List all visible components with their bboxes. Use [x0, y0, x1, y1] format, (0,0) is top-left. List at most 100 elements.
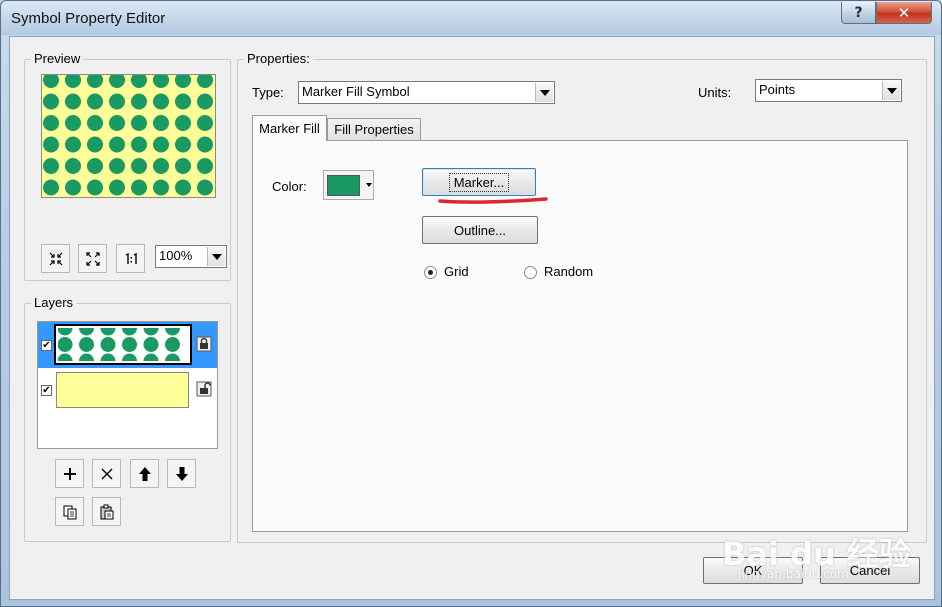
copy-icon: [63, 505, 76, 519]
actual-size-button[interactable]: [116, 244, 145, 273]
fit-extent-button[interactable]: [41, 244, 70, 273]
zoom-value: 100%: [159, 248, 193, 263]
tab-fill-properties[interactable]: Fill Properties: [327, 118, 421, 140]
chevron-down-icon: [366, 183, 372, 187]
zoom-out-button[interactable]: [78, 244, 107, 273]
units-combo[interactable]: Points: [755, 79, 902, 102]
move-layer-down-button[interactable]: [167, 459, 196, 488]
outline-button[interactable]: Outline...: [422, 216, 538, 244]
marker-dot: [153, 158, 169, 174]
chevron-down-icon: [539, 89, 550, 96]
properties-legend: Properties:: [244, 51, 313, 66]
marker-dot: [143, 353, 159, 369]
paste-layer-button[interactable]: [92, 497, 121, 526]
marker-dot: [65, 158, 81, 174]
lock-icon[interactable]: [196, 336, 212, 352]
marker-dot: [197, 115, 213, 131]
units-value: Points: [759, 82, 796, 97]
layer-visible-checkbox[interactable]: ✔: [41, 385, 52, 396]
marker-dot: [43, 158, 59, 174]
marker-dot: [79, 320, 94, 336]
marker-dot: [175, 93, 191, 110]
marker-dot: [153, 93, 169, 110]
delete-x-icon: [101, 468, 112, 479]
marker-dot: [165, 320, 180, 336]
type-dropdown-arrow[interactable]: [535, 83, 553, 102]
units-dropdown-arrow[interactable]: [882, 81, 900, 100]
marker-dot: [109, 115, 125, 131]
marker-dot: [43, 179, 59, 196]
tab-marker-fill[interactable]: Marker Fill: [252, 115, 327, 141]
layers-group: Layers ✔ ✔: [24, 295, 231, 542]
zoom-out-extent-icon: [85, 251, 100, 266]
dialog-window: Symbol Property Editor ? ✕ Preview 100% …: [0, 0, 942, 607]
one-to-one-icon: [125, 252, 137, 264]
marker-dot: [153, 115, 169, 131]
marker-dot: [109, 75, 125, 88]
marker-dot: [197, 75, 213, 88]
layer-row-marker-fill[interactable]: ✔: [38, 320, 217, 369]
plus-icon: [63, 467, 76, 480]
zoom-dropdown-arrow[interactable]: [207, 247, 225, 266]
preview-group: Preview 100%: [24, 51, 231, 281]
type-combo[interactable]: Marker Fill Symbol: [298, 81, 555, 104]
marker-dot: [165, 337, 180, 352]
marker-dot: [131, 93, 147, 110]
marker-dot: [65, 115, 81, 131]
layers-legend: Layers: [31, 295, 77, 310]
arrow-up-icon: [138, 466, 151, 481]
marker-dot: [109, 136, 125, 153]
marker-dot: [100, 320, 116, 336]
watermark-url: jingyan.baidu.com: [738, 567, 849, 581]
marker-dot: [143, 337, 159, 352]
marker-dot: [65, 93, 81, 110]
add-layer-button[interactable]: [55, 459, 84, 488]
marker-dot: [87, 75, 103, 88]
random-radio-label: Random: [544, 264, 594, 279]
marker-dot: [109, 158, 125, 174]
marker-dot: [109, 93, 125, 110]
marker-dot: [79, 337, 94, 352]
marker-dot: [197, 158, 213, 174]
marker-dot: [87, 179, 103, 196]
random-radio[interactable]: [524, 266, 537, 279]
layer-thumbnail-fill: [56, 372, 189, 408]
marker-dot: [122, 320, 137, 336]
zoom-combo[interactable]: 100%: [155, 245, 227, 268]
marker-dot: [197, 93, 213, 110]
move-layer-up-button[interactable]: [130, 459, 159, 488]
marker-dot: [131, 158, 147, 174]
marker-dot: [43, 93, 59, 110]
grid-radio[interactable]: [424, 266, 437, 279]
paste-icon: [100, 504, 113, 519]
chevron-down-icon: [211, 253, 222, 260]
help-button[interactable]: ?: [841, 2, 876, 24]
arrow-down-icon: [175, 466, 188, 481]
marker-dot: [87, 158, 103, 174]
layer-thumbnail-marker: [54, 320, 192, 369]
delete-layer-button[interactable]: [92, 459, 121, 488]
outline-button-label: Outline...: [453, 222, 507, 238]
grid-radio-label: Grid: [444, 264, 469, 279]
chevron-down-icon: [886, 87, 897, 94]
layer-row-simple-fill[interactable]: ✔: [38, 368, 217, 414]
marker-dot: [131, 179, 147, 196]
window-title: Symbol Property Editor: [11, 10, 166, 27]
layer-visible-checkbox[interactable]: ✔: [41, 340, 52, 351]
close-button[interactable]: ✕: [876, 2, 932, 24]
marker-dot: [109, 179, 125, 196]
color-picker-button[interactable]: [323, 170, 374, 200]
marker-dot: [87, 115, 103, 131]
marker-fill-panel: Color: Marker... Outline... Grid Random: [252, 140, 908, 532]
title-bar[interactable]: Symbol Property Editor ? ✕: [1, 1, 941, 35]
marker-button-label: Marker...: [448, 172, 510, 192]
copy-layer-button[interactable]: [55, 497, 84, 526]
marker-button[interactable]: Marker...: [422, 168, 536, 196]
layers-list[interactable]: ✔ ✔: [37, 320, 218, 449]
marker-dot: [43, 115, 59, 131]
marker-dot: [57, 353, 73, 369]
marker-dot: [87, 93, 103, 110]
marker-dot: [197, 136, 213, 153]
unlock-icon[interactable]: [196, 381, 212, 397]
marker-dot: [57, 337, 73, 352]
